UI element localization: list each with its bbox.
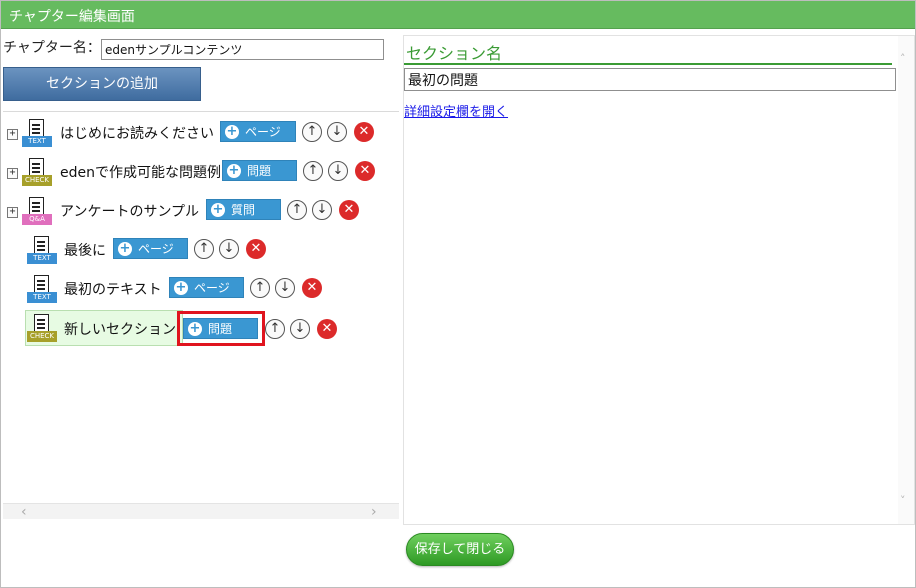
move-down-icon[interactable]: ↓	[275, 278, 295, 298]
section-label[interactable]: 新しいセクション	[64, 319, 176, 339]
move-down-icon[interactable]: ↓	[327, 122, 347, 142]
section-label[interactable]: アンケートのサンプル	[60, 201, 199, 221]
add-button-label: 質問	[231, 203, 256, 217]
doc-type-tag: CHECK	[22, 175, 52, 186]
check-doc-icon: CHECK	[26, 313, 58, 345]
add-question-button[interactable]: + 問題	[222, 160, 297, 181]
add-page-button[interactable]: + ページ	[220, 121, 296, 142]
open-details-link[interactable]: 詳細設定欄を開く	[404, 101, 508, 120]
doc-type-tag: TEXT	[27, 253, 57, 264]
plus-icon: +	[211, 202, 225, 217]
move-up-icon[interactable]: ↑	[194, 239, 214, 259]
add-section-button[interactable]: セクションの追加	[3, 67, 201, 101]
section-label[interactable]: 最後に	[64, 240, 106, 260]
save-and-close-button[interactable]: 保存して閉じる	[406, 533, 514, 566]
expand-icon[interactable]: +	[7, 129, 18, 140]
tree-row[interactable]: + TEXT はじめにお読みください + ページ ↑ ↓ ✕	[3, 116, 397, 150]
tree-row-selected[interactable]: CHECK 新しいセクション + 問題 ↑ ↓ ✕	[3, 310, 397, 346]
tree-row[interactable]: + CHECK edenで作成可能な問題例 + 問題 ↑ ↓ ✕	[3, 155, 397, 189]
move-up-icon[interactable]: ↑	[302, 122, 322, 142]
scroll-down-icon[interactable]: ˅	[900, 494, 906, 507]
section-name-heading: セクション名	[406, 44, 503, 63]
plus-icon: +	[227, 163, 241, 178]
section-label[interactable]: はじめにお読みください	[60, 123, 214, 143]
scroll-left-icon[interactable]: ‹	[21, 504, 27, 520]
add-button-label: ページ	[138, 242, 174, 256]
add-inquiry-button[interactable]: + 質問	[206, 199, 281, 220]
add-page-button[interactable]: + ページ	[169, 277, 244, 298]
move-down-icon[interactable]: ↓	[312, 200, 332, 220]
text-doc-icon: TEXT	[26, 235, 58, 267]
move-up-icon[interactable]: ↑	[265, 319, 285, 339]
qa-doc-icon: Q&A	[21, 196, 53, 228]
move-down-icon[interactable]: ↓	[219, 239, 239, 259]
delete-icon[interactable]: ✕	[354, 122, 374, 142]
delete-icon[interactable]: ✕	[355, 161, 375, 181]
vertical-scrollbar[interactable]: ˄ ˅	[898, 36, 914, 524]
plus-icon: +	[118, 241, 132, 256]
doc-type-tag: TEXT	[27, 292, 57, 303]
delete-icon[interactable]: ✕	[317, 319, 337, 339]
move-down-icon[interactable]: ↓	[328, 161, 348, 181]
title-bar: チャプター編集画面	[1, 1, 915, 29]
delete-icon[interactable]: ✕	[339, 200, 359, 220]
left-panel: チャプター名： セクションの追加 + TEXT はじめにお読みください + ペー…	[3, 31, 399, 521]
window-title: チャプター編集画面	[9, 9, 135, 25]
add-button-label: 問題	[247, 164, 272, 178]
tree-row[interactable]: TEXT 最後に + ページ ↑ ↓ ✕	[3, 233, 397, 267]
chapter-name-label: チャプター名：	[3, 40, 101, 56]
move-up-icon[interactable]: ↑	[287, 200, 307, 220]
move-down-icon[interactable]: ↓	[290, 319, 310, 339]
doc-type-tag: CHECK	[27, 331, 57, 342]
horizontal-scrollbar[interactable]: ‹ ›	[3, 503, 399, 520]
highlight-box	[177, 311, 265, 346]
section-label[interactable]: edenで作成可能な問題例	[60, 162, 221, 182]
check-doc-icon: CHECK	[21, 157, 53, 189]
doc-type-tag: TEXT	[22, 136, 52, 147]
add-page-button[interactable]: + ページ	[113, 238, 188, 259]
heading-divider	[404, 63, 892, 65]
tree-row[interactable]: TEXT 最初のテキスト + ページ ↑ ↓ ✕	[3, 272, 397, 306]
expand-icon[interactable]: +	[7, 207, 18, 218]
doc-type-tag: Q&A	[22, 214, 52, 225]
section-label[interactable]: 最初のテキスト	[64, 279, 162, 299]
right-panel: セクション名 詳細設定欄を開く ˄ ˅	[403, 35, 915, 525]
chapter-editor-window: チャプター編集画面 チャプター名： セクションの追加 + TEXT はじめにお読…	[0, 0, 916, 588]
delete-icon[interactable]: ✕	[302, 278, 322, 298]
move-up-icon[interactable]: ↑	[303, 161, 323, 181]
move-up-icon[interactable]: ↑	[250, 278, 270, 298]
delete-icon[interactable]: ✕	[246, 239, 266, 259]
text-doc-icon: TEXT	[21, 118, 53, 150]
scroll-right-icon[interactable]: ›	[371, 504, 377, 520]
add-button-label: ページ	[245, 125, 281, 139]
add-button-label: ページ	[194, 281, 230, 295]
chapter-name-input[interactable]	[101, 39, 384, 60]
tree-row[interactable]: + Q&A アンケートのサンプル + 質問 ↑ ↓ ✕	[3, 194, 397, 228]
plus-icon: +	[225, 124, 239, 139]
section-tree: + TEXT はじめにお読みください + ページ ↑ ↓ ✕ + CHECK e…	[3, 111, 399, 503]
expand-icon[interactable]: +	[7, 168, 18, 179]
scroll-up-icon[interactable]: ˄	[900, 52, 906, 65]
plus-icon: +	[174, 280, 188, 295]
section-name-input[interactable]	[404, 68, 896, 91]
text-doc-icon: TEXT	[26, 274, 58, 306]
